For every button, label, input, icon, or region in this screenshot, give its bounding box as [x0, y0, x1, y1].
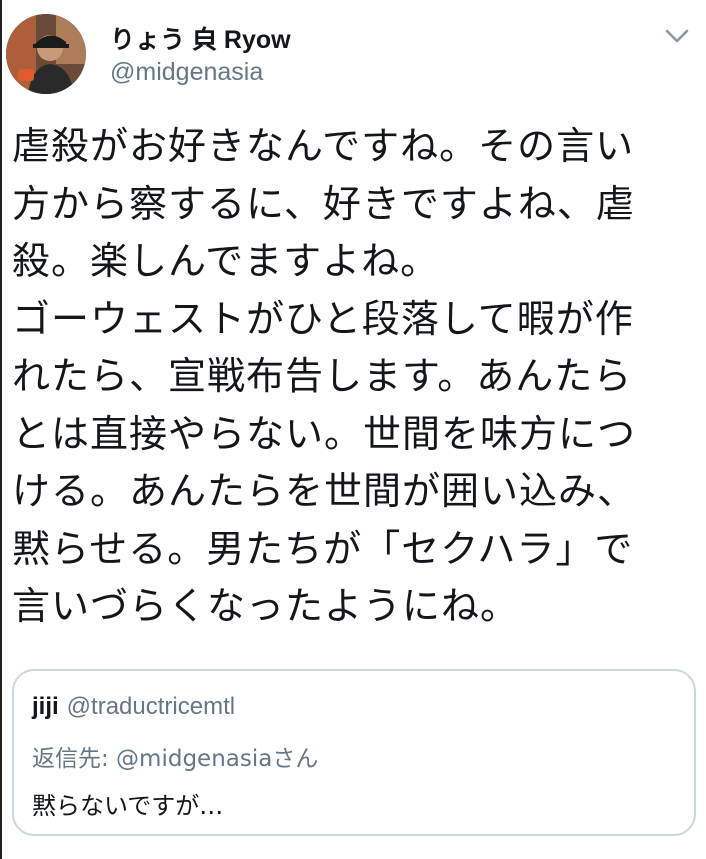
quoted-reply-to: 返信先: @midgenasiaさん — [32, 746, 319, 772]
quoted-handle: @traductricemtl — [66, 693, 236, 720]
avatar[interactable] — [6, 14, 86, 94]
display-name[interactable]: りょう 㒵 Ryow — [110, 20, 291, 56]
user-handle[interactable]: @midgenasia — [110, 58, 263, 87]
chevron-down-icon[interactable] — [664, 26, 690, 46]
quoted-text: 黙らないですが… — [32, 792, 224, 820]
quoted-author: jiji @traductricemtl — [32, 693, 235, 721]
quoted-tweet[interactable]: jiji @traductricemtl 返信先: @midgenasiaさん 黙… — [12, 669, 696, 836]
avatar-image — [6, 14, 86, 94]
window-edge — [0, 0, 2, 859]
quoted-display-name: jiji — [32, 693, 59, 720]
tweet-text: 虐殺がお好きなんですね。その言い 方から察するに、好きですよね、虐 殺。楽しんで… — [12, 124, 637, 628]
